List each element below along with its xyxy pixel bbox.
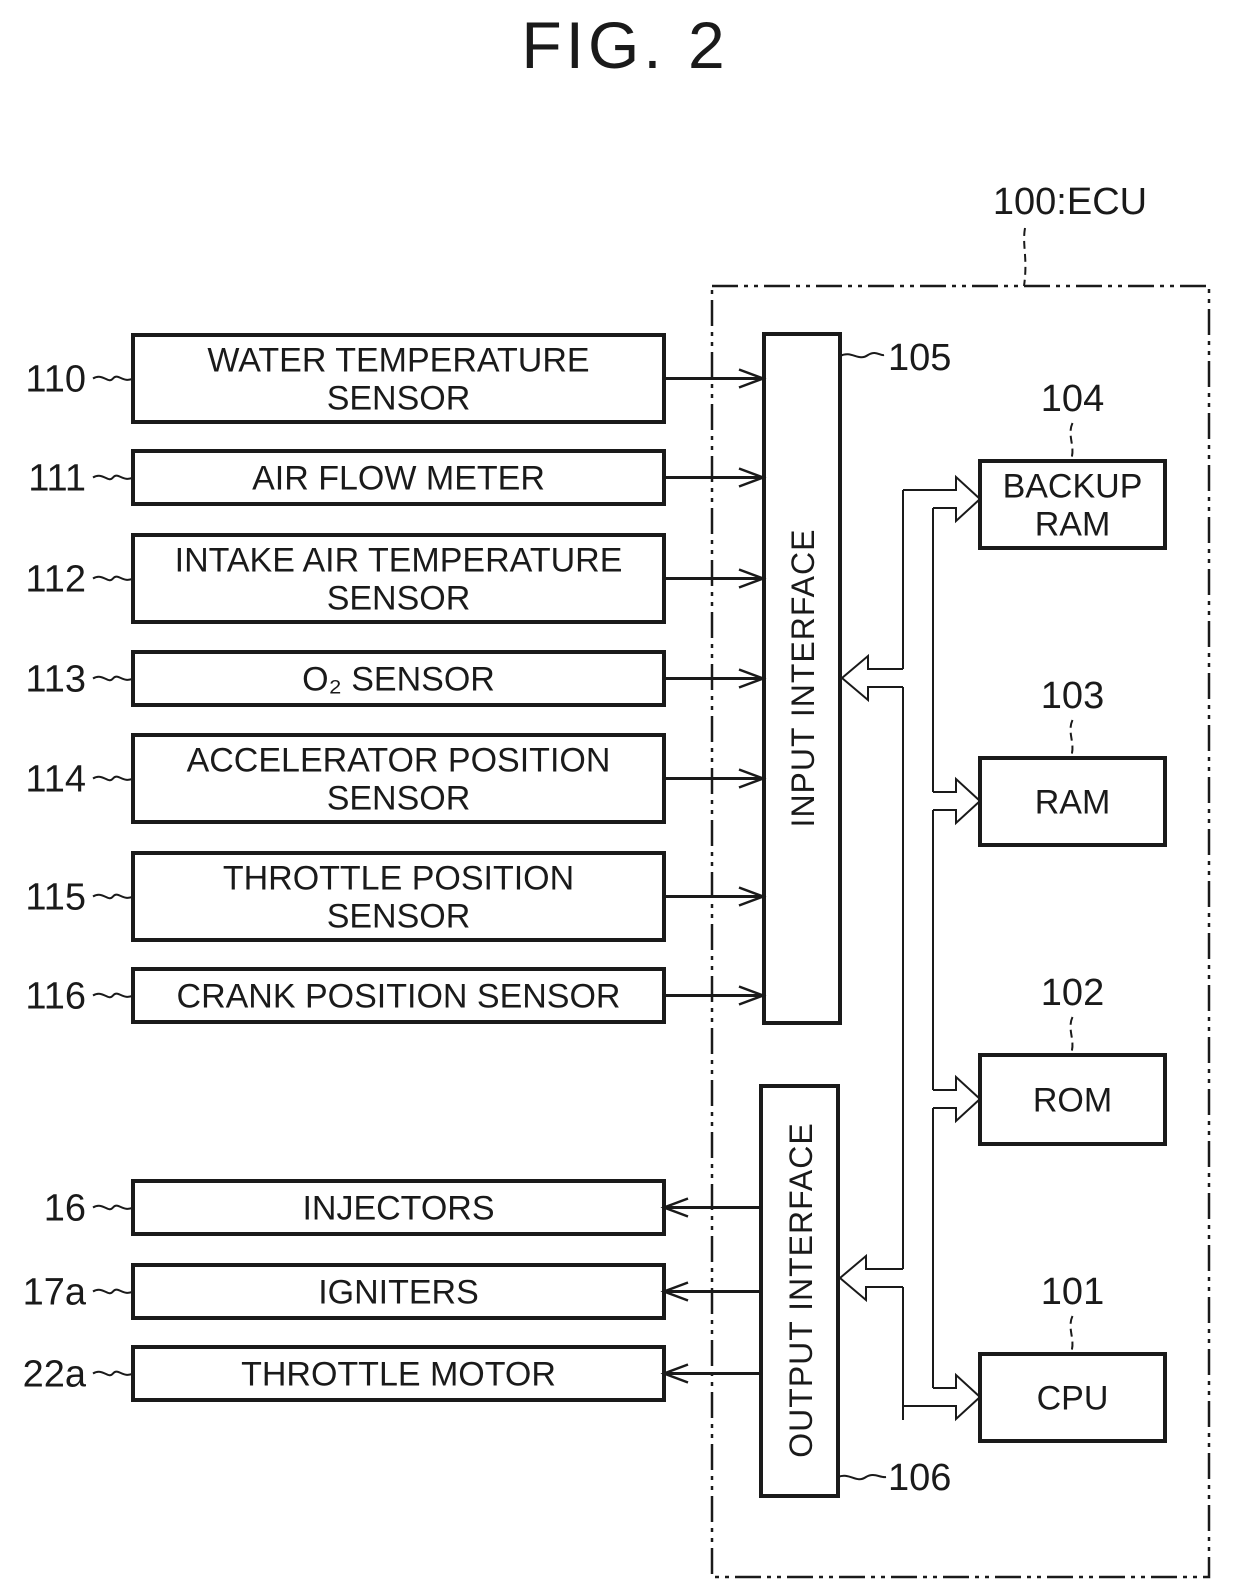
sensor-ref-numeral: 111	[28, 458, 86, 500]
sensor-label: SENSOR	[327, 780, 471, 818]
bus-arrow-to-backup-ram	[903, 474, 982, 524]
sensor-label: WATER TEMPERATURE	[207, 342, 589, 380]
sensor-accelerator-position-sensor: ACCELERATOR POSITIONSENSOR 114	[25, 733, 767, 824]
memory-label: BACKUP	[1003, 468, 1143, 506]
memory-ref-leader	[1069, 422, 1074, 462]
sensor-blocks: WATER TEMPERATURESENSOR110AIR FLOW METER…	[25, 333, 767, 1024]
sensor-ref-leader	[92, 575, 134, 582]
actuator-throttle-motor: THROTTLE MOTOR 22a	[23, 1345, 761, 1402]
sensor-label: SENSOR	[327, 380, 471, 418]
sensor-ref-leader	[92, 992, 134, 999]
input-interface-block: INPUT INTERFACE 105	[762, 332, 951, 1025]
sensor-ref-leader	[92, 474, 134, 481]
ecu-leader-line	[1023, 227, 1027, 287]
output-interface-leader	[837, 1474, 887, 1481]
memory-ref-numeral: 101	[1041, 1271, 1104, 1313]
ecu-block-diagram: FIG. 2 100:ECU INPUT INTERFACE 105 OUTPU…	[23, 8, 1211, 1579]
memory-ram: RAM 103	[978, 675, 1167, 847]
sensor-ref-numeral: 115	[25, 877, 86, 919]
input-interface-ref: 105	[888, 337, 951, 379]
sensor-ref-numeral: 112	[25, 559, 86, 601]
actuator-ref-leader	[92, 1370, 134, 1377]
actuator-ref-numeral: 16	[44, 1188, 86, 1230]
sensor-intake-air-temperature-sensor: INTAKE AIR TEMPERATURESENSOR 112	[25, 533, 767, 624]
actuator-ref-numeral: 22a	[23, 1354, 87, 1396]
actuator-injectors: INJECTORS 16	[44, 1179, 761, 1236]
sensor-throttle-position-sensor: THROTTLE POSITIONSENSOR 115	[25, 851, 767, 942]
actuator-ref-leader	[92, 1204, 134, 1211]
sensor-label: CRANK POSITION SENSOR	[177, 978, 621, 1016]
bus-arrow-to-rom	[933, 1074, 982, 1124]
sensor-label: INTAKE AIR TEMPERATURE	[175, 542, 623, 580]
actuator-label: INJECTORS	[302, 1190, 494, 1228]
output-interface-ref: 106	[888, 1457, 951, 1499]
sensor-o-sensor: O₂ SENSOR 113	[25, 650, 767, 707]
sensor-ref-leader	[92, 893, 134, 900]
sensor-label: O₂ SENSOR	[302, 661, 495, 699]
sensor-ref-leader	[92, 775, 134, 782]
memory-ref-numeral: 104	[1041, 378, 1104, 420]
actuator-ref-leader	[92, 1288, 134, 1295]
memory-ref-leader	[1069, 719, 1074, 759]
sensor-ref-leader	[92, 375, 134, 382]
memory-ref-numeral: 102	[1041, 972, 1104, 1014]
output-interface-label: OUTPUT INTERFACE	[783, 1122, 819, 1457]
memory-ref-numeral: 103	[1041, 675, 1104, 717]
sensor-water-temperature-sensor: WATER TEMPERATURESENSOR 110	[25, 333, 767, 424]
memory-label: RAM	[1035, 506, 1111, 544]
memory-ref-leader	[1069, 1315, 1074, 1355]
actuator-igniters: IGNITERS 17a	[23, 1263, 761, 1320]
memory-cpu: CPU 101	[978, 1271, 1167, 1443]
memory-blocks: BACKUPRAM104RAM103ROM102CPU101	[978, 378, 1167, 1443]
sensor-label: THROTTLE POSITION	[223, 860, 574, 898]
actuator-ref-numeral: 17a	[23, 1272, 87, 1314]
bus-arrow-to-output-interface	[838, 1253, 903, 1303]
input-interface-leader	[839, 352, 885, 359]
ecu-label: 100:ECU	[993, 181, 1147, 223]
sensor-ref-numeral: 113	[25, 659, 86, 701]
actuator-label: THROTTLE MOTOR	[241, 1356, 556, 1394]
actuator-label: IGNITERS	[318, 1274, 479, 1312]
sensor-ref-numeral: 114	[25, 759, 86, 801]
sensor-ref-numeral: 110	[25, 359, 86, 401]
bus-arrow-to-cpu	[903, 1372, 982, 1422]
memory-label: RAM	[1035, 784, 1111, 822]
sensor-label: SENSOR	[327, 580, 471, 618]
input-interface-label: INPUT INTERFACE	[785, 529, 821, 828]
bus-arrow-to-ram	[933, 776, 982, 826]
sensor-crank-position-sensor: CRANK POSITION SENSOR 116	[25, 967, 767, 1024]
actuator-blocks: INJECTORS 16 IGNITERS 17a THROTTLE MOTOR 22a	[23, 1179, 761, 1402]
sensor-label: ACCELERATOR POSITION	[187, 742, 611, 780]
memory-label: CPU	[1037, 1380, 1109, 1418]
bus-arrow-to-input-interface	[840, 653, 903, 703]
internal-bus	[838, 474, 982, 1422]
memory-label: ROM	[1033, 1082, 1112, 1120]
sensor-ref-leader	[92, 675, 134, 682]
memory-ref-leader	[1069, 1016, 1074, 1056]
sensor-air-flow-meter: AIR FLOW METER 111	[28, 449, 767, 506]
memory-backup-ram: BACKUPRAM 104	[978, 378, 1167, 550]
memory-rom: ROM 102	[978, 972, 1167, 1146]
figure-title: FIG. 2	[521, 8, 728, 82]
sensor-ref-numeral: 116	[25, 976, 86, 1018]
sensor-label: AIR FLOW METER	[252, 460, 545, 498]
sensor-label: SENSOR	[327, 898, 471, 936]
